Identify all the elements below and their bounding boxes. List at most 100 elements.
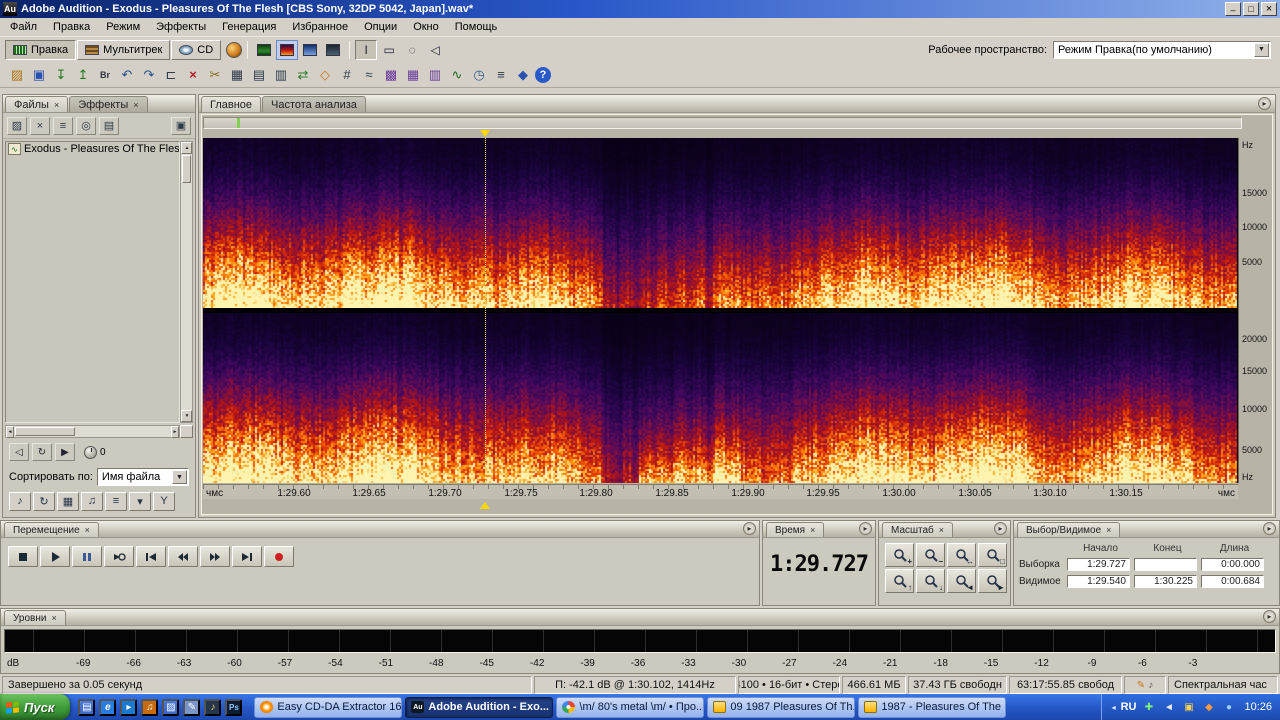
- properties-icon[interactable]: ◆: [513, 65, 533, 85]
- scroll-left-icon[interactable]: [6, 426, 14, 438]
- fast-forward-button[interactable]: [200, 546, 230, 567]
- import-file-icon[interactable]: ▨: [7, 116, 27, 135]
- zoom-panel-tab[interactable]: Масштаб: [882, 522, 954, 537]
- time-panel-tab[interactable]: Время: [766, 522, 825, 537]
- scroll-down-icon[interactable]: [181, 410, 192, 422]
- notepad-icon[interactable]: ✎: [183, 698, 201, 716]
- undo-icon[interactable]: ↶: [117, 65, 137, 85]
- selection-start-field[interactable]: 1:29.727: [1067, 558, 1130, 571]
- levels-panel-tab[interactable]: Уровни: [4, 610, 66, 625]
- scrollbar-thumb[interactable]: [182, 155, 191, 183]
- task-easy-cdda[interactable]: Easy CD-DA Extractor 16: [254, 696, 403, 718]
- scrollbar-thumb[interactable]: [14, 427, 75, 436]
- paste-icon[interactable]: ▤: [249, 65, 269, 85]
- convert-sample-type-icon[interactable]: ⇄: [293, 65, 313, 85]
- explorer-icon[interactable]: ▨: [162, 698, 180, 716]
- dropdown-arrow-icon[interactable]: [1254, 42, 1269, 57]
- export-audio-icon[interactable]: ↥: [73, 65, 93, 85]
- menu-item[interactable]: Генерация: [214, 19, 284, 35]
- spectral-frequency-view-icon[interactable]: [276, 39, 299, 60]
- photoshop-icon[interactable]: Ps: [225, 698, 243, 716]
- tab-close-icon[interactable]: [51, 99, 59, 111]
- overview-scrollbar[interactable]: [203, 117, 1242, 129]
- phase-analysis-icon[interactable]: ◷: [469, 65, 489, 85]
- cd-view-button[interactable]: CD: [171, 39, 222, 60]
- panel-menu-button[interactable]: [1263, 610, 1276, 623]
- insert-cd-icon[interactable]: ◎: [76, 116, 96, 135]
- play-button[interactable]: [40, 546, 70, 567]
- update-tray-icon[interactable]: ◆: [1201, 700, 1216, 715]
- display-tray-icon[interactable]: ▣: [1181, 700, 1196, 715]
- tray-chevron-icon[interactable]: ◂: [1112, 703, 1116, 712]
- stop-button[interactable]: [8, 546, 38, 567]
- zoom-full-button[interactable]: ↔: [947, 543, 976, 567]
- scripts-icon[interactable]: ≡: [491, 65, 511, 85]
- menu-item[interactable]: Правка: [45, 19, 98, 35]
- tab-effects[interactable]: Эффекты: [69, 96, 148, 112]
- play-looped-button[interactable]: [104, 546, 134, 567]
- snap-icon[interactable]: #: [337, 65, 357, 85]
- show-loop-files-icon[interactable]: ↻: [33, 491, 55, 511]
- help-icon[interactable]: ?: [535, 66, 551, 83]
- tab-close-icon[interactable]: [936, 525, 944, 536]
- menu-item[interactable]: Режим: [98, 19, 148, 35]
- taskbar-clock[interactable]: 10:26: [1241, 701, 1272, 713]
- spectral-phase-view-icon[interactable]: [322, 39, 345, 60]
- spectrogram-right-channel[interactable]: [203, 313, 1238, 483]
- zoom-selection-button[interactable]: □: [978, 543, 1007, 567]
- show-video-files-icon[interactable]: ▦: [57, 491, 79, 511]
- task-audition[interactable]: Au Adobe Audition - Exo...: [405, 696, 554, 718]
- zoom-in-button[interactable]: +: [885, 543, 914, 567]
- spectral-brush-icon[interactable]: ▥: [425, 65, 445, 85]
- internet-explorer-icon[interactable]: e: [99, 698, 117, 716]
- spectrogram-display[interactable]: [203, 138, 1238, 483]
- open-file-icon[interactable]: ▨: [7, 65, 27, 85]
- cut-icon[interactable]: ✂: [205, 65, 225, 85]
- tab-files[interactable]: Файлы: [5, 96, 69, 112]
- recent-access-icon[interactable]: ▾: [129, 491, 151, 511]
- zoom-left-edge-button[interactable]: ◄: [947, 569, 976, 593]
- frequency-analysis-icon[interactable]: ∿: [447, 65, 467, 85]
- tab-main[interactable]: Главное: [201, 96, 262, 112]
- tab-close-icon[interactable]: [82, 525, 90, 536]
- tab-frequency-analysis[interactable]: Частота анализа: [262, 96, 366, 112]
- panel-menu-button[interactable]: [743, 522, 756, 535]
- filter-options-icon[interactable]: Y: [153, 491, 175, 511]
- bridge-icon[interactable]: Br: [95, 65, 115, 85]
- marquee-selection-tool[interactable]: ▭: [378, 39, 401, 60]
- tab-close-icon[interactable]: [807, 525, 815, 536]
- insert-multitrack-icon[interactable]: ≡: [53, 116, 73, 135]
- time-ruler[interactable]: чмс 1:29.60 1:29.65 1:29.70 1:29.75 1:29.80 1…: [203, 484, 1238, 499]
- show-midi-files-icon[interactable]: ♫: [81, 491, 103, 511]
- frequency-ruler[interactable]: Hz 15000 10000 5000 20000 15000 10000 50…: [1238, 138, 1271, 483]
- network-tray-icon[interactable]: ●: [1221, 700, 1236, 715]
- file-list-item[interactable]: Exodus - Pleasures Of The Flesh: [6, 142, 179, 156]
- group-waveform-icon[interactable]: ≈: [359, 65, 379, 85]
- zoom-out-vertical-button[interactable]: ↓: [916, 569, 945, 593]
- edit-view-button[interactable]: Правка: [5, 39, 77, 60]
- playhead-marker-icon[interactable]: [480, 502, 490, 509]
- file-info-icon[interactable]: ▤: [99, 116, 119, 135]
- dropdown-arrow-icon[interactable]: [171, 470, 187, 484]
- close-file-icon[interactable]: ×: [30, 116, 50, 135]
- menu-item[interactable]: Опции: [356, 19, 405, 35]
- zoom-right-edge-button[interactable]: ►: [978, 569, 1007, 593]
- menu-item[interactable]: Помощь: [447, 19, 506, 35]
- spectral-pan-view-icon[interactable]: [299, 39, 322, 60]
- selection-end-field[interactable]: [1134, 558, 1197, 571]
- marker-strip-top[interactable]: [203, 130, 1238, 138]
- multitrack-view-button[interactable]: Мультитрек: [77, 39, 171, 60]
- level-meter[interactable]: [4, 629, 1276, 653]
- go-to-end-button[interactable]: [232, 546, 262, 567]
- waveform-view-icon[interactable]: [253, 39, 276, 60]
- playhead-marker-icon[interactable]: [480, 130, 490, 137]
- file-list[interactable]: Exodus - Pleasures Of The Flesh: [5, 141, 180, 423]
- zoom-in-vertical-button[interactable]: ↑: [885, 569, 914, 593]
- record-button[interactable]: [264, 546, 294, 567]
- spectrogram-left-channel[interactable]: [203, 138, 1238, 308]
- task-folder-09[interactable]: 09 1987 Pleasures Of Th...: [707, 696, 856, 718]
- pause-button[interactable]: [72, 546, 102, 567]
- copy-icon[interactable]: ▦: [227, 65, 247, 85]
- antivirus-tray-icon[interactable]: ✚: [1141, 700, 1156, 715]
- winamp-icon[interactable]: ♫: [141, 698, 159, 716]
